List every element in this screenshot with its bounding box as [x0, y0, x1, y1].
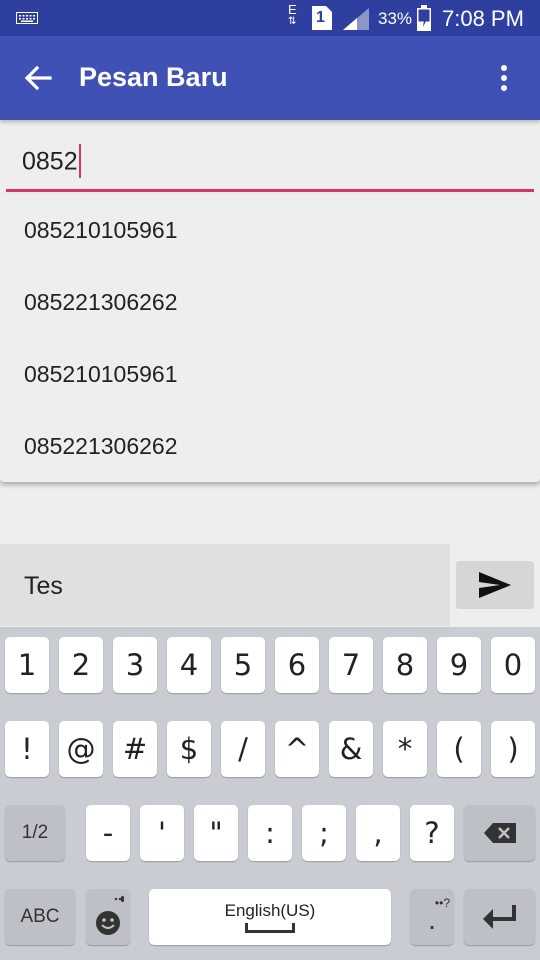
key-symbol[interactable]: ": [194, 805, 238, 861]
recipient-value: 0852: [22, 147, 78, 176]
enter-icon: [482, 905, 516, 929]
key-1[interactable]: 1: [5, 637, 49, 693]
enter-key[interactable]: [464, 889, 535, 945]
clock: 7:08 PM: [442, 6, 524, 31]
key-symbol[interactable]: ;: [302, 805, 346, 861]
emoji-icon: [96, 896, 124, 935]
battery-percent: 33%: [378, 9, 413, 28]
key-7[interactable]: 7: [329, 637, 373, 693]
battery-charging-icon: [417, 5, 431, 31]
page-title: Pesan Baru: [79, 62, 228, 92]
suggestion-item[interactable]: 085210105961: [0, 194, 540, 266]
text-cursor: [78, 144, 81, 178]
send-button[interactable]: [456, 561, 534, 609]
key-symbol[interactable]: ': [140, 805, 184, 861]
key-5[interactable]: 5: [221, 637, 265, 693]
key-symbol[interactable]: ?: [410, 805, 454, 861]
key-0[interactable]: 0: [491, 637, 535, 693]
key-symbol[interactable]: ): [491, 721, 535, 777]
key-symbol[interactable]: ^: [275, 721, 319, 777]
key-3[interactable]: 3: [113, 637, 157, 693]
key-symbol[interactable]: $: [167, 721, 211, 777]
period-label: .: [428, 904, 436, 935]
space-key-label: English(US): [224, 901, 316, 920]
recipient-input[interactable]: 0852: [6, 130, 534, 192]
more-vert-icon: [501, 65, 507, 91]
key-symbol[interactable]: !: [5, 721, 49, 777]
app-bar: Pesan Baru: [0, 36, 540, 120]
key-symbol[interactable]: :: [248, 805, 292, 861]
key-symbol[interactable]: -: [86, 805, 130, 861]
key-9[interactable]: 9: [437, 637, 481, 693]
key-8[interactable]: 8: [383, 637, 427, 693]
key-symbol[interactable]: /: [221, 721, 265, 777]
space-bar-icon: [245, 923, 295, 933]
backspace-key[interactable]: [464, 805, 535, 861]
back-button[interactable]: [18, 58, 58, 98]
arrow-left-icon: [24, 65, 52, 91]
punctuation-hint-icon: ••?: [434, 896, 450, 910]
key-symbol[interactable]: *: [383, 721, 427, 777]
soft-keyboard: 1 2 3 4 5 6 7 8 9 0! @ # $ / ^ & *() 1/2- ' ":;,? ABC English…: [0, 627, 540, 960]
symbol-page-key[interactable]: 1/2: [5, 805, 65, 861]
data-activity-icon: ⇅: [288, 16, 297, 27]
key-6[interactable]: 6: [275, 637, 319, 693]
suggestion-item[interactable]: 085221306262: [0, 410, 540, 482]
space-key[interactable]: English(US): [149, 889, 391, 945]
message-text: Tes: [24, 572, 63, 600]
signal-strength-icon: [343, 8, 369, 30]
backspace-icon: [483, 823, 516, 843]
suggestion-item[interactable]: 085221306262: [0, 266, 540, 338]
key-symbol[interactable]: (: [437, 721, 481, 777]
message-input[interactable]: Tes: [0, 544, 450, 626]
emoji-voice-key[interactable]: [86, 889, 130, 945]
key-symbol[interactable]: @: [59, 721, 103, 777]
key-symbol[interactable]: #: [113, 721, 157, 777]
key-4[interactable]: 4: [167, 637, 211, 693]
suggestion-item[interactable]: 085210105961: [0, 338, 540, 410]
overflow-menu-button[interactable]: [488, 58, 520, 98]
suggestion-dropdown: 085210105961 085221306262 085210105961 0…: [0, 194, 540, 482]
key-2[interactable]: 2: [59, 637, 103, 693]
abc-key[interactable]: ABC: [5, 889, 75, 945]
key-symbol[interactable]: &: [329, 721, 373, 777]
keyboard-icon: [16, 12, 38, 24]
sim-slot-label: 1: [316, 9, 325, 26]
status-bar: E ⇅ 1 33% 7:08 PM: [0, 0, 540, 36]
network-type-label: E: [288, 2, 297, 17]
send-icon: [479, 572, 511, 598]
key-symbol[interactable]: ,: [356, 805, 400, 861]
punctuation-key[interactable]: ••?.: [410, 889, 454, 945]
